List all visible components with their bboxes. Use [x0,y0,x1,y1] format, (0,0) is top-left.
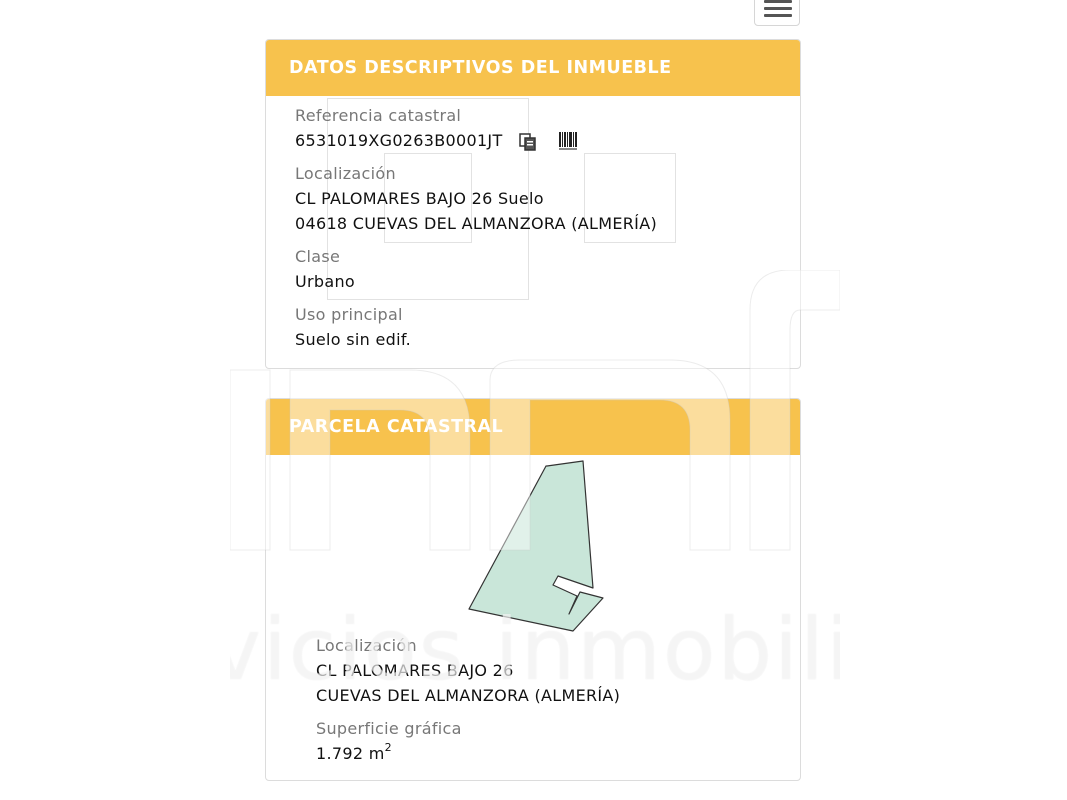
parcel-panel: PARCELA CATASTRAL Localización CL PALOMA… [265,398,801,781]
descriptive-panel-title: DATOS DESCRIPTIVOS DEL INMUEBLE [266,40,800,96]
class-value: Urbano [295,272,355,291]
parcel-map[interactable] [461,457,611,637]
parcel-location-line-1: CL PALOMARES BAJO 26 [316,661,514,680]
parcel-shape [468,460,604,632]
class-label: Clase [295,247,341,266]
barcode-icon[interactable] [558,130,580,156]
area-unit-exponent: 2 [384,741,392,754]
use-label: Uso principal [295,305,403,324]
reference-label: Referencia catastral [295,106,462,125]
parcel-panel-title: PARCELA CATASTRAL [266,399,800,455]
area-label: Superficie gráfica [316,719,462,738]
area-number: 1.792 m [316,744,385,763]
location-label: Localización [295,164,396,183]
use-value: Suelo sin edif. [295,330,411,349]
parcel-location-label: Localización [316,636,417,655]
location-line-2: 04618 CUEVAS DEL ALMANZORA (ALMERÍA) [295,214,657,233]
parcel-location-line-2: CUEVAS DEL ALMANZORA (ALMERÍA) [316,686,621,705]
reference-value: 6531019XG0263B0001JT [295,131,503,150]
area-value: 1.792 m2 [316,741,392,763]
menu-button[interactable] [754,0,800,26]
descriptive-data-panel: DATOS DESCRIPTIVOS DEL INMUEBLE Referenc… [265,39,801,369]
location-line-1: CL PALOMARES BAJO 26 Suelo [295,189,544,208]
copy-icon[interactable] [518,132,538,156]
